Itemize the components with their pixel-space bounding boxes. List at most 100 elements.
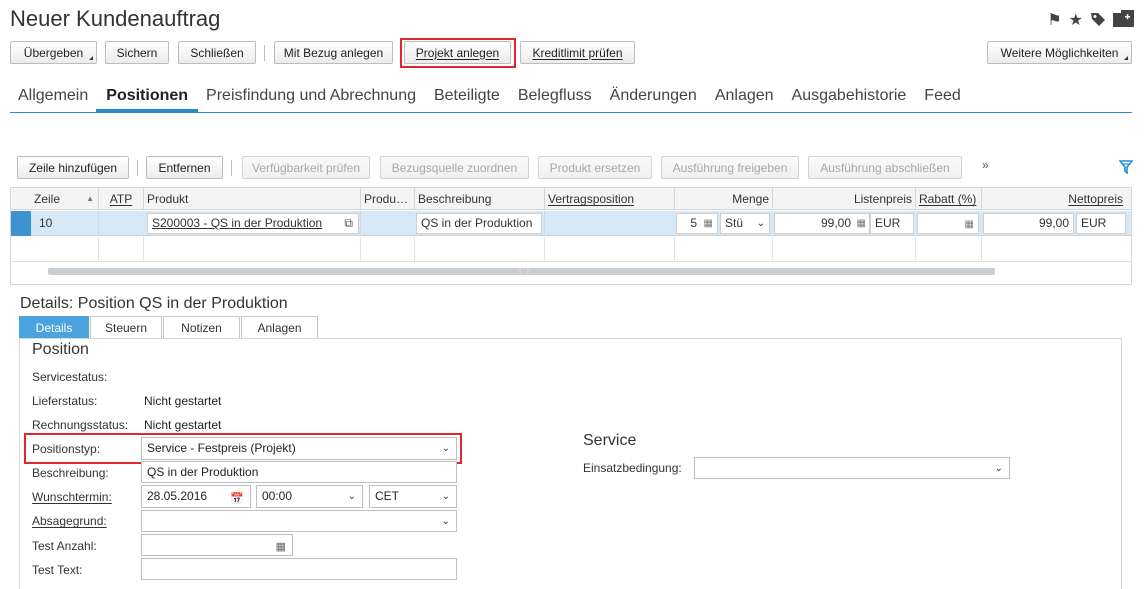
tab-belegfluss[interactable]: Belegfluss — [518, 87, 592, 112]
uebergeben-button[interactable]: Übergeben — [10, 41, 97, 64]
tab-anlagen[interactable]: Anlagen — [715, 87, 774, 112]
tab-positionen[interactable]: Positionen — [96, 87, 199, 112]
zeile-hinzufuegen-button[interactable]: Zeile hinzufügen — [17, 156, 129, 179]
cell-rabatt[interactable]: ▦ — [917, 213, 979, 234]
col-zeile[interactable]: Zeile ▲ — [31, 188, 98, 210]
beschreibung-input[interactable]: QS in der Produktion — [141, 461, 457, 483]
cell-atp — [98, 211, 143, 236]
cell-produ — [360, 211, 414, 236]
scroll-grip-icon: ⋮⋮ — [516, 267, 532, 276]
toolbar-separator — [137, 160, 138, 176]
cell-zeile: 10 — [39, 216, 53, 230]
wunschtermin-timezone-select[interactable]: CET ⌄ — [369, 485, 457, 508]
calculator-icon[interactable]: ▦ — [704, 214, 713, 233]
chevron-down-icon: ⌄ — [994, 463, 1003, 474]
detail-tab-steuern[interactable]: Steuern — [90, 316, 162, 338]
dropdown-corner-icon — [89, 56, 93, 60]
calculator-icon[interactable]: ▦ — [276, 537, 286, 558]
lieferstatus-label: Lieferstatus: — [32, 394, 98, 408]
flag-icon[interactable]: ⚑ — [1047, 13, 1061, 29]
cell-listenpreis-waehrung[interactable]: EUR — [870, 213, 914, 234]
tag-icon[interactable] — [1090, 11, 1106, 31]
more-actions-chevron[interactable]: » — [982, 158, 989, 172]
lieferstatus-value: Nicht gestartet — [144, 394, 222, 408]
top-icon-bar: ⚑ ★ — [1047, 10, 1135, 32]
calendar-icon[interactable]: 📅 — [230, 489, 244, 510]
tab-feed[interactable]: Feed — [924, 87, 960, 112]
main-tab-bar: Allgemein Positionen Preisfindung und Ab… — [18, 87, 979, 112]
wunschtermin-time-select[interactable]: 00:00 ⌄ — [256, 485, 363, 508]
table-row-empty[interactable] — [11, 237, 1131, 262]
cell-menge[interactable]: 5 ▦ — [676, 213, 718, 234]
tab-divider — [10, 112, 1132, 113]
bezugsquelle-zuordnen-button[interactable]: Bezugsquelle zuordnen — [380, 156, 529, 179]
tab-preisfindung[interactable]: Preisfindung und Abrechnung — [206, 87, 416, 112]
col-menge[interactable]: Menge — [674, 188, 772, 210]
cell-nettopreis-waehrung[interactable]: EUR — [1076, 213, 1126, 234]
cell-vertragsposition — [544, 211, 674, 236]
test-anzahl-input[interactable]: ▦ — [141, 534, 293, 556]
chevron-down-icon: ⌄ — [441, 491, 450, 502]
col-listenpreis[interactable]: Listenpreis — [772, 188, 915, 210]
cell-listenpreis[interactable]: 99,00 ▦ — [774, 213, 870, 234]
copy-icon[interactable]: ⧉ — [344, 214, 353, 233]
verfuegbarkeit-pruefen-button[interactable]: Verfügbarkeit prüfen — [242, 156, 370, 179]
col-beschreibung[interactable]: Beschreibung — [414, 188, 544, 210]
einsatzbedingung-select[interactable]: ⌄ — [694, 457, 1010, 479]
chevron-down-icon: ⌄ — [441, 516, 450, 527]
test-text-label: Test Text: — [32, 563, 83, 577]
col-produkt[interactable]: Produkt — [143, 188, 361, 210]
projekt-anlegen-button[interactable]: Projekt anlegen — [404, 41, 511, 64]
absagegrund-label: Absagegrund: — [32, 514, 107, 528]
ausfuehrung-abschliessen-button[interactable]: Ausführung abschließen — [808, 156, 962, 179]
cell-einheit[interactable]: Stü ⌄ — [720, 213, 770, 234]
tab-ausgabehistorie[interactable]: Ausgabehistorie — [792, 87, 907, 112]
new-document-icon[interactable] — [1113, 10, 1135, 32]
einsatzbedingung-label: Einsatzbedingung: — [583, 461, 682, 475]
positionstyp-select[interactable]: Service - Festpreis (Projekt) ⌄ — [141, 437, 457, 460]
detail-tab-notizen[interactable]: Notizen — [163, 316, 240, 338]
wunschtermin-date-input[interactable]: 28.05.2016 📅 — [141, 485, 251, 508]
servicestatus-label: Servicestatus: — [32, 370, 108, 384]
weitere-moeglichkeiten-button[interactable]: Weitere Möglichkeiten — [987, 41, 1132, 64]
col-atp[interactable]: ATP — [98, 188, 143, 210]
entfernen-button[interactable]: Entfernen — [146, 156, 223, 179]
detail-tab-anlagen[interactable]: Anlagen — [241, 316, 318, 338]
calculator-icon[interactable]: ▦ — [965, 219, 974, 230]
chevron-down-icon: ⌄ — [347, 491, 356, 502]
page-title: Neuer Kundenauftrag — [10, 6, 221, 31]
col-nettopreis[interactable]: Nettopreis — [981, 188, 1126, 210]
product-link[interactable]: S200003 - QS in der Produktion — [152, 216, 322, 230]
sichern-button[interactable]: Sichern — [105, 41, 169, 64]
mit-bezug-anlegen-button[interactable]: Mit Bezug anlegen — [274, 41, 393, 64]
absagegrund-select[interactable]: ⌄ — [141, 510, 457, 532]
col-vertragsposition[interactable]: Vertragsposition — [544, 188, 674, 210]
toolbar-separator — [264, 45, 265, 61]
test-text-input[interactable] — [141, 558, 457, 580]
cell-nettopreis[interactable]: 99,00 — [983, 213, 1074, 234]
position-heading: Position — [32, 341, 89, 358]
calculator-icon[interactable]: ▦ — [857, 214, 866, 233]
filter-icon[interactable] — [1118, 160, 1134, 177]
schliessen-button[interactable]: Schließen — [178, 41, 256, 64]
cell-beschreibung[interactable]: QS in der Produktion — [416, 213, 542, 234]
details-tab-bar: Details Steuern Notizen Anlagen — [19, 316, 319, 338]
table-row[interactable]: 10 S200003 - QS in der Produktion ⧉ QS i… — [11, 211, 1131, 236]
tab-allgemein[interactable]: Allgemein — [18, 87, 88, 112]
tab-beteiligte[interactable]: Beteiligte — [434, 87, 500, 112]
col-rabatt[interactable]: Rabatt (%) — [915, 188, 981, 210]
cell-produkt[interactable]: S200003 - QS in der Produktion ⧉ — [147, 213, 359, 234]
rechnungsstatus-value: Nicht gestartet — [144, 418, 222, 432]
tab-aenderungen[interactable]: Änderungen — [610, 87, 697, 112]
col-produ[interactable]: Produ… — [360, 188, 414, 210]
kreditlimit-pruefen-button[interactable]: Kreditlimit prüfen — [520, 41, 635, 64]
service-heading: Service — [583, 432, 637, 449]
table-header: Zeile ▲ ATP Produkt Produ… Beschreibung V… — [11, 188, 1131, 210]
ausfuehrung-freigeben-button[interactable]: Ausführung freigeben — [661, 156, 799, 179]
produkt-ersetzen-button[interactable]: Produkt ersetzen — [538, 156, 652, 179]
star-icon[interactable]: ★ — [1069, 13, 1083, 29]
wunschtermin-label: Wunschtermin: — [32, 490, 112, 504]
chevron-down-icon[interactable]: ⌄ — [757, 214, 765, 233]
detail-tab-details[interactable]: Details — [19, 316, 89, 338]
row-selector[interactable] — [11, 211, 31, 236]
